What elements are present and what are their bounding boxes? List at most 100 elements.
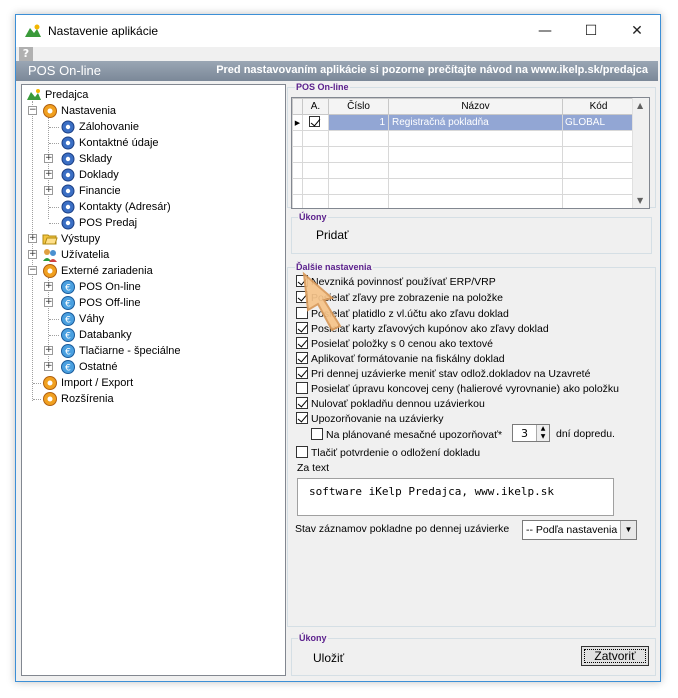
table-row[interactable] [292,178,635,195]
minimize-button[interactable]: — [522,15,568,47]
expand-icon[interactable]: + [44,346,53,355]
expand-icon[interactable]: + [44,186,53,195]
column-header-kod[interactable]: Kód [562,98,635,115]
euro-coin-icon: € [61,280,75,294]
checkbox[interactable] [296,352,308,364]
option-mesacne-upozornovat[interactable]: Na plánované mesačné upozorňovať* [311,428,502,442]
settings-tree[interactable]: Predajca − Nastavenia Zálohovanie Kontak… [21,84,286,676]
option-nulovat-pokladnu[interactable]: Nulovať pokladňu dennou uzávierkou [296,397,485,411]
euro-coin-icon: € [61,360,75,374]
banner-notice: Pred nastavovaním aplikácie si pozorne p… [216,64,648,76]
close-window-button[interactable]: ✕ [614,15,660,47]
folder-icon [42,234,58,245]
app-icon [25,24,41,37]
tree-node-databanky[interactable]: € Databanky [60,327,132,343]
tree-node-kontakty[interactable]: Kontakty (Adresár) [60,199,171,215]
tree-node-pos-offline[interactable]: € POS Off-line [60,295,141,311]
column-header-a[interactable]: A. [302,98,329,115]
euro-coin-icon: € [61,312,75,326]
option-aplikovat-formatovanie[interactable]: Aplikovať formátovanie na fiskálny dokla… [296,352,505,366]
pos-online-grid[interactable]: A. Číslo Názov Kód ▶ 1 Registračná pokla… [291,97,650,209]
option-label: Na plánované mesačné upozorňovať* [326,429,503,441]
za-text-input[interactable]: software iKelp Predajca, www.ikelp.sk [297,478,614,516]
checkbox[interactable] [296,382,308,394]
euro-coin-icon: € [61,344,75,358]
add-button[interactable]: Pridať [316,228,349,242]
expand-icon[interactable]: + [28,234,37,243]
expand-icon[interactable]: + [44,154,53,163]
tree-node-nastavenia[interactable]: Nastavenia [42,103,116,119]
svg-text:€: € [65,284,71,294]
euro-coin-icon: € [61,296,75,310]
tree-node-vahy[interactable]: € Váhy [60,311,104,327]
gear-icon [43,376,57,390]
tree-node-financie[interactable]: Financie [60,183,121,199]
expand-icon[interactable]: + [44,362,53,371]
title-bar: Nastavenie aplikácie — ☐ ✕ [16,15,660,47]
chevron-down-icon[interactable]: ▼ [620,521,636,539]
checkbox[interactable] [311,428,323,440]
cog-icon [61,152,75,166]
scroll-up-icon[interactable]: ▲ [637,101,643,110]
banner-section-title: POS On-line [28,63,101,78]
tree-label: Predajca [45,89,89,101]
tree-node-import-export[interactable]: Import / Export [42,375,133,391]
tree-node-predajca[interactable]: Predajca [26,87,88,103]
table-row[interactable] [292,146,635,163]
tree-node-rozsirenia[interactable]: Rozšírenia [42,391,114,407]
collapse-icon[interactable]: − [28,106,37,115]
table-row[interactable] [292,130,635,147]
option-uprava-ceny[interactable]: Posielať úpravu koncovej ceny (halierové… [296,382,619,396]
column-header-cislo[interactable]: Číslo [328,98,389,115]
info-banner: POS On-line Pred nastavovaním aplikácie … [16,61,658,81]
tree-node-externe-zariadenia[interactable]: Externé zariadenia [42,263,153,279]
tree-node-tlaciarne[interactable]: € Tlačiarne - špeciálne [60,343,181,359]
tree-node-zalohovanie[interactable]: Zálohovanie [60,119,139,135]
option-menit-stav[interactable]: Pri dennej uzávierke meniť stav odlož.do… [296,367,590,381]
save-button[interactable]: Uložiť [313,651,344,665]
tree-node-pos-predaj[interactable]: POS Predaj [60,215,137,231]
tree-node-sklady[interactable]: Sklady [60,151,112,167]
tree-node-ostatne[interactable]: € Ostatné [60,359,118,375]
checkbox[interactable] [296,397,308,409]
grid-vertical-scrollbar[interactable]: ▲ ▼ [632,98,649,208]
option-label: Nulovať pokladňu dennou uzávierkou [311,398,485,410]
tree-node-pos-online[interactable]: € POS On-line [60,279,141,295]
table-row[interactable]: ▶ 1 Registračná pokladňa GLOBAL [292,114,635,131]
option-label: Posielať úpravu koncovej ceny (halierové… [311,383,620,395]
stav-zaznamov-select[interactable]: -- Podľa nastavenia ▼ [522,520,637,540]
days-ahead-stepper[interactable]: 3 ▲ ▼ [512,424,550,442]
scroll-down-icon[interactable]: ▼ [637,196,643,205]
active-checkbox[interactable] [302,114,329,131]
tree-node-kontaktne-udaje[interactable]: Kontaktné údaje [60,135,159,151]
checkbox[interactable] [296,446,308,458]
stepper-down-icon[interactable]: ▼ [536,433,549,441]
stepper-up-icon[interactable]: ▲ [536,425,549,433]
stav-zaznamov-label: Stav záznamov pokladne po dennej uzávier… [295,523,510,535]
gear-icon [43,264,57,278]
gear-icon [43,392,57,406]
expand-icon[interactable]: + [28,250,37,259]
option-upozornovanie[interactable]: Upozorňovanie na uzávierky [296,412,444,426]
collapse-icon[interactable]: − [28,266,37,275]
expand-icon[interactable]: + [44,170,53,179]
tree-node-uzivatelia[interactable]: Užívatelia [42,247,109,263]
expand-icon[interactable]: + [44,298,53,307]
tree-node-vystupy[interactable]: Výstupy [42,231,100,247]
tree-node-doklady[interactable]: Doklady [60,167,119,183]
svg-text:€: € [65,364,71,374]
svg-text:€: € [65,332,71,342]
checkbox[interactable] [296,412,308,424]
close-button[interactable]: Zatvoriť [581,646,649,666]
tree-label: Kontakty (Adresár) [79,201,171,213]
column-header-nazov[interactable]: Názov [388,98,563,115]
expand-icon[interactable]: + [44,282,53,291]
option-tlacit-potvrdenie[interactable]: Tlačiť potvrdenie o odložení dokladu [296,446,480,460]
help-icon[interactable]: ? [19,47,33,61]
checkbox[interactable] [296,367,308,379]
tree-label: POS Off-line [79,297,141,309]
svg-text:€: € [65,316,71,326]
table-row[interactable] [292,162,635,179]
table-row[interactable] [292,194,635,208]
maximize-button[interactable]: ☐ [568,15,614,47]
